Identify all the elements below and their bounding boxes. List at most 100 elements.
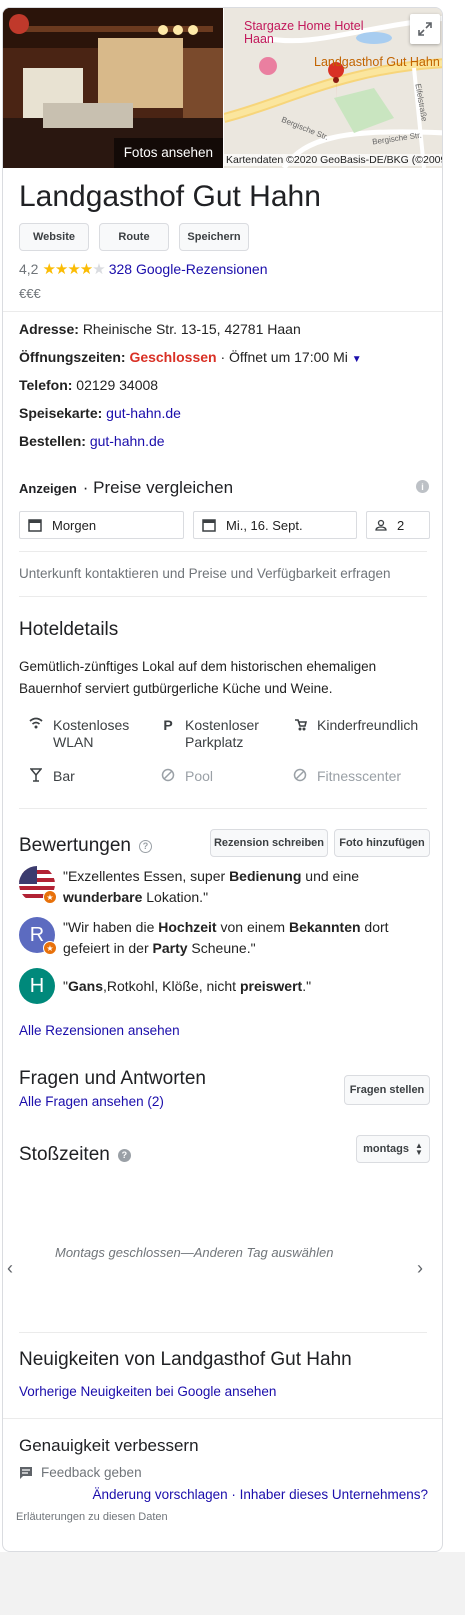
all-reviews-link[interactable]: Alle Rezensionen ansehen <box>19 1023 180 1038</box>
review-text-part: und eine <box>301 868 360 884</box>
hours-next: · Öffnet um 17:00 Mi <box>220 349 348 365</box>
checkout-value: Mi., 16. Sept. <box>226 517 303 533</box>
day-select[interactable]: montags ▲ ▼ <box>356 1135 430 1163</box>
review-text-part: ." <box>302 977 312 994</box>
phone-value[interactable]: 02129 34008 <box>76 377 158 393</box>
ads-label: Anzeigen <box>19 481 77 496</box>
map-credit: Kartendaten ©2020 GeoBasis-DE/BKG (©2009… <box>224 154 442 166</box>
help-icon[interactable]: ? <box>117 1148 131 1162</box>
guests-field[interactable]: 2 <box>366 511 430 539</box>
guests-value: 2 <box>397 517 405 533</box>
hotel-details-title: Hoteldetails <box>19 619 119 640</box>
price-level: €€€ <box>19 286 41 301</box>
busy-title: Stoßzeiten <box>19 1144 110 1165</box>
amenity-parking: P Kostenloser Parkplatz <box>161 717 281 751</box>
avatar: ★ <box>19 866 57 904</box>
review-keyword: wunderbare <box>63 889 143 905</box>
address-row: Adresse: Rheinische Str. 13-15, 42781 Ha… <box>19 321 301 337</box>
review-text-part: von einem <box>216 919 289 935</box>
chevron-left-icon[interactable]: ‹ <box>7 1258 13 1279</box>
rating-row: 4,2 ★★★★★ 328 Google-Rezensionen <box>19 260 268 278</box>
link-separator: · <box>227 1487 240 1502</box>
suggest-edit-link[interactable]: Änderung vorschlagen <box>93 1487 228 1502</box>
phone-label: Telefon: <box>19 377 73 393</box>
parking-icon: P <box>163 717 173 733</box>
address-value[interactable]: Rheinische Str. 13-15, 42781 Haan <box>83 321 301 337</box>
all-questions-link[interactable]: Alle Fragen ansehen (2) <box>19 1094 164 1109</box>
hours-label: Öffnungszeiten: <box>19 349 126 365</box>
divider <box>3 1418 442 1419</box>
previous-news-link[interactable]: Vorherige Neuigkeiten bei Google ansehen <box>19 1384 276 1399</box>
website-button[interactable]: Website <box>19 223 89 251</box>
expand-map-button[interactable] <box>410 14 440 44</box>
order-link[interactable]: gut-hahn.de <box>90 433 165 449</box>
save-button[interactable]: Speichern <box>179 223 249 251</box>
hours-status: Geschlossen <box>129 349 217 365</box>
stroller-icon <box>293 717 307 734</box>
review-text-part: "Wir haben die <box>63 919 159 935</box>
accuracy-links: Änderung vorschlagen · Inhaber dieses Un… <box>93 1487 428 1502</box>
order-row: Bestellen: gut-hahn.de <box>19 433 165 449</box>
map-preview[interactable]: Stargaze Home Hotel Haan Landgasthof Gut… <box>224 8 442 168</box>
bottom-bar <box>0 1552 465 1615</box>
reviews-title: Bewertungen <box>19 835 131 856</box>
checkin-value: Morgen <box>52 517 97 533</box>
review-text: "Exzellentes Essen, super Bedienung und … <box>63 866 426 908</box>
knowledge-panel: Fotos ansehen Stargaze Home Hotel Haan L… <box>2 7 443 1552</box>
qa-title: Fragen und Antworten <box>19 1068 206 1089</box>
chevron-right-icon[interactable]: › <box>417 1258 423 1279</box>
amenity-wifi: Kostenloses WLAN <box>29 717 139 751</box>
phone-row: Telefon: 02129 34008 <box>19 377 158 393</box>
not-available-icon <box>161 768 175 785</box>
map-poi-label: Stargaze Home Hotel Haan <box>244 19 364 46</box>
business-name: Landgasthof Gut Hahn <box>19 180 321 213</box>
checkin-date-field[interactable]: Morgen <box>19 511 184 539</box>
route-button[interactable]: Route <box>99 223 169 251</box>
info-icon[interactable]: i <box>416 480 429 493</box>
divider <box>19 596 427 597</box>
accuracy-title: Genauigkeit verbessern <box>19 1436 199 1455</box>
write-review-button[interactable]: Rezension schreiben <box>210 829 328 857</box>
calendar-icon <box>202 519 216 532</box>
review-text-part: Lokation." <box>142 889 209 905</box>
menu-link[interactable]: gut-hahn.de <box>106 405 181 421</box>
address-label: Adresse: <box>19 321 79 337</box>
prices-header: Anzeigen · Preise vergleichen <box>19 478 233 498</box>
data-explanation-link[interactable]: Erläuterungen zu diesen Daten <box>16 1511 168 1523</box>
local-guide-badge-icon: ★ <box>43 941 57 955</box>
business-photo[interactable]: Fotos ansehen <box>3 8 223 168</box>
avatar: R ★ <box>19 917 57 955</box>
feedback-icon <box>20 1467 32 1479</box>
review-keyword: Bekannten <box>288 919 361 935</box>
divider <box>19 808 427 809</box>
news-title: Neuigkeiten von Landgasthof Gut Hahn <box>19 1349 352 1370</box>
review-keyword: preiswert <box>239 977 303 994</box>
review-keyword: Bedienung <box>229 868 302 884</box>
amenity-kids: Kinderfreundlich <box>293 717 433 734</box>
view-photos-button[interactable]: Fotos ansehen <box>113 138 223 168</box>
help-icon[interactable]: ? <box>138 839 152 853</box>
avatar: H <box>19 968 55 1004</box>
owner-link[interactable]: Inhaber dieses Unternehmens? <box>240 1487 428 1502</box>
review-text-part: ,Rotkohl, Klöße, nicht <box>103 977 240 994</box>
review-snippet: R ★ "Wir haben die Hochzeit von einem Bek… <box>19 917 426 959</box>
contact-note: Unterkunft kontaktieren und Preise und V… <box>19 566 391 581</box>
prices-title: · Preise vergleichen <box>82 478 234 497</box>
review-text: "Wir haben die Hochzeit von einem Bekann… <box>63 917 426 959</box>
review-text-part: Scheune." <box>187 940 256 956</box>
review-keyword: Hochzeit <box>158 919 217 935</box>
checkout-date-field[interactable]: Mi., 16. Sept. <box>193 511 357 539</box>
reviews-header: Bewertungen ? <box>19 835 152 857</box>
ask-question-button[interactable]: Fragen stellen <box>344 1075 430 1105</box>
amenity-label: Kostenloses WLAN <box>53 717 130 750</box>
hours-row[interactable]: Öffnungszeiten: Geschlossen · Öffnet um … <box>19 349 362 365</box>
feedback-button[interactable]: Feedback geben <box>19 1465 142 1480</box>
rating-value: 4,2 <box>19 261 39 277</box>
bar-icon <box>29 768 43 785</box>
expand-hours-icon[interactable]: ▼ <box>352 354 362 365</box>
review-snippet: H "Gans,Rotkohl, Klöße, nicht preiswert.… <box>19 968 426 1004</box>
add-photo-button[interactable]: Foto hinzufügen <box>334 829 430 857</box>
reviews-link[interactable]: 328 Google-Rezensionen <box>109 261 268 277</box>
local-guide-badge-icon: ★ <box>43 890 57 904</box>
not-available-icon <box>293 768 307 785</box>
